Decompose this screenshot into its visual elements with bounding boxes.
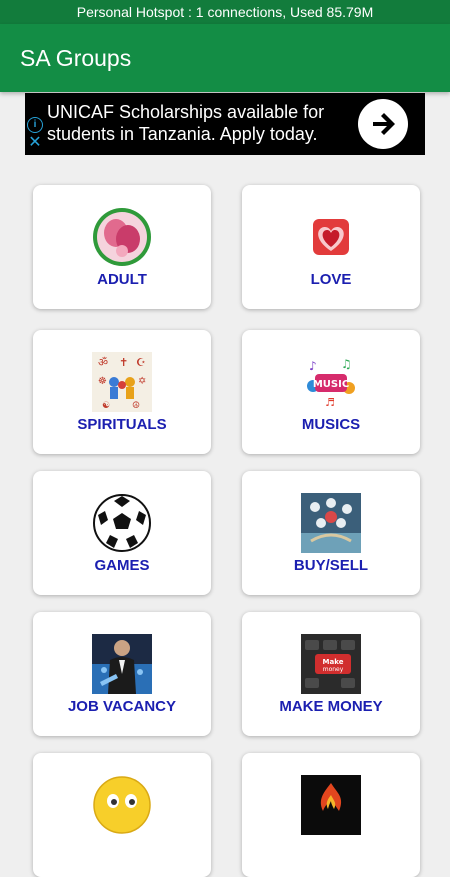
svg-text:ॐ: ॐ xyxy=(98,356,108,369)
hearts-icon xyxy=(313,219,349,255)
category-card-musics[interactable]: MUSIC ♪ ♫ ♬ MUSICS xyxy=(242,330,420,454)
category-card-buy-sell[interactable]: BUY/SELL xyxy=(242,471,420,595)
svg-text:Make: Make xyxy=(323,658,344,666)
music-icon: MUSIC ♪ ♫ ♬ xyxy=(301,352,361,412)
fire-dark-icon xyxy=(301,775,361,835)
category-card-fire[interactable] xyxy=(242,753,420,877)
arrow-right-icon xyxy=(373,113,395,135)
category-label: LOVE xyxy=(310,271,352,288)
keyboard-money-icon: Make money xyxy=(301,634,361,694)
category-card-adult[interactable]: ADULT xyxy=(33,185,211,309)
app-bar: SA Groups xyxy=(0,24,450,92)
emoji-icon xyxy=(93,776,151,834)
svg-text:♬: ♬ xyxy=(325,396,335,409)
category-label: BUY/SELL xyxy=(293,557,369,574)
svg-text:✝: ✝ xyxy=(119,356,128,369)
category-card-job-vacancy[interactable]: JOB VACANCY xyxy=(33,612,211,736)
status-bar-text: Personal Hotspot : 1 connections, Used 8… xyxy=(76,4,374,20)
category-label: MAKE MONEY xyxy=(279,698,383,715)
category-card-love[interactable]: LOVE xyxy=(242,185,420,309)
svg-text:money: money xyxy=(323,666,344,673)
adult-photo-icon xyxy=(93,208,151,266)
svg-text:♪: ♪ xyxy=(309,359,317,373)
status-bar: Personal Hotspot : 1 connections, Used 8… xyxy=(0,0,450,24)
app-title: SA Groups xyxy=(20,45,132,71)
svg-text:☮: ☮ xyxy=(132,401,140,411)
religion-symbols-icon: ॐ ✝ ☪ ☸ ✡ ☯ ☮ xyxy=(92,352,152,412)
ad-banner[interactable]: i ✕ UNICAF Scholarships available for st… xyxy=(25,93,425,155)
close-icon[interactable]: ✕ xyxy=(27,135,43,151)
category-label: SPIRITUALS xyxy=(77,416,167,433)
svg-text:MUSIC: MUSIC xyxy=(313,379,349,390)
businessman-icon xyxy=(92,634,152,694)
category-card-make-money[interactable]: Make money MAKE MONEY xyxy=(242,612,420,736)
category-label: GAMES xyxy=(94,557,150,574)
category-label: MUSICS xyxy=(301,416,361,433)
svg-text:♫: ♫ xyxy=(341,357,352,371)
svg-text:☸: ☸ xyxy=(98,376,107,387)
ad-text[interactable]: UNICAF Scholarships available for studen… xyxy=(47,101,347,145)
category-card-emoji[interactable] xyxy=(33,753,211,877)
category-label: JOB VACANCY xyxy=(67,698,177,715)
info-icon[interactable]: i xyxy=(27,117,43,133)
ad-action-button[interactable] xyxy=(358,99,408,149)
svg-text:☯: ☯ xyxy=(102,401,110,411)
marketplace-icon xyxy=(301,493,361,553)
category-label: ADULT xyxy=(97,271,147,288)
category-card-games[interactable]: GAMES xyxy=(33,471,211,595)
svg-text:☪: ☪ xyxy=(136,356,146,369)
category-card-spirituals[interactable]: ॐ ✝ ☪ ☸ ✡ ☯ ☮ SPIRITUALS xyxy=(33,330,211,454)
soccer-ball-icon xyxy=(93,494,151,552)
svg-text:✡: ✡ xyxy=(138,376,146,387)
